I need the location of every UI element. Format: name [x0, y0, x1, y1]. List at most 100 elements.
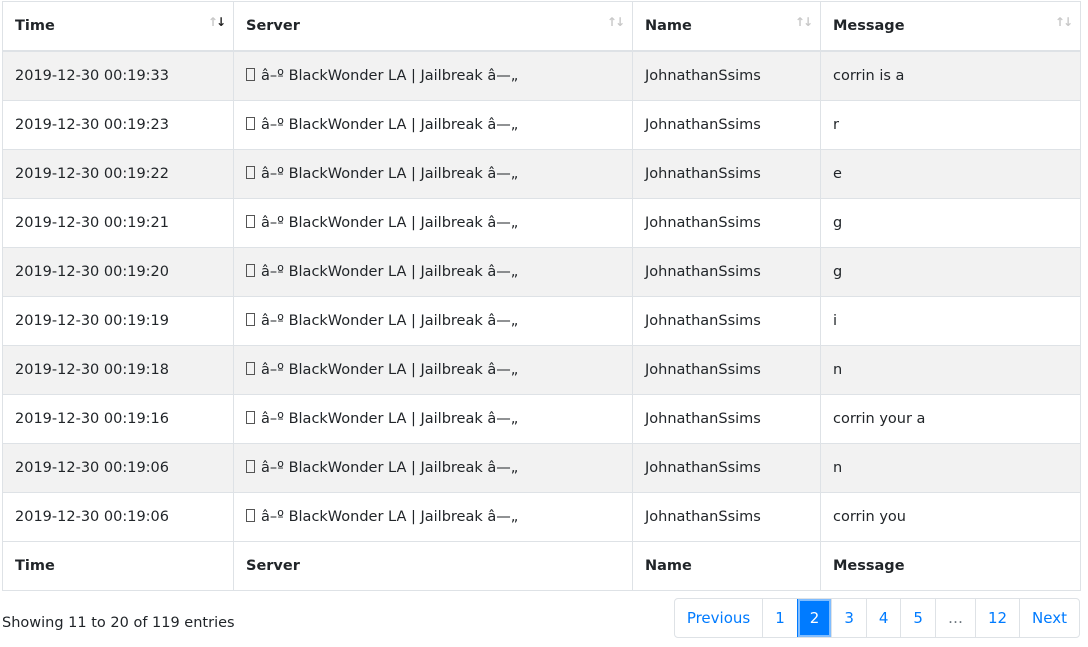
table-row: 2019-12-30 00:19:06 â–º BlackWonder LA | … — [2, 492, 1081, 542]
pagination-previous-button[interactable]: Previous — [675, 599, 762, 637]
pagination-page-2[interactable]: 2 — [796, 599, 832, 637]
table-row: 2019-12-30 00:19:33 â–º BlackWonder LA | … — [2, 50, 1081, 101]
column-header-time[interactable]: Time ↑↓ — [2, 1, 234, 52]
cell-message: i — [820, 296, 1081, 346]
cell-message: n — [820, 443, 1081, 493]
server-name: â–º BlackWonder LA | Jailbreak â—„ — [261, 362, 519, 378]
cell-time: 2019-12-30 00:19:20 — [2, 247, 234, 297]
cell-server: â–º BlackWonder LA | Jailbreak â—„ — [233, 149, 633, 199]
cell-time: 2019-12-30 00:19:33 — [2, 50, 234, 101]
table-row: 2019-12-30 00:19:19 â–º BlackWonder LA | … — [2, 296, 1081, 346]
server-name: â–º BlackWonder LA | Jailbreak â—„ — [261, 411, 519, 427]
cell-message: r — [820, 100, 1081, 150]
cell-message: n — [820, 345, 1081, 395]
cell-time: 2019-12-30 00:19:23 — [2, 100, 234, 150]
sort-arrows-icon: ↑↓ — [207, 15, 226, 29]
cell-message: corrin is a — [820, 50, 1081, 101]
cell-server: â–º BlackWonder LA | Jailbreak â—„ — [233, 296, 633, 346]
cell-name: JohnathanSsims — [632, 345, 821, 395]
missing-glyph-box-icon — [246, 460, 255, 473]
missing-glyph-box-icon — [246, 411, 255, 424]
cell-name: JohnathanSsims — [632, 394, 821, 444]
cell-server: â–º BlackWonder LA | Jailbreak â—„ — [233, 394, 633, 444]
cell-name: JohnathanSsims — [632, 149, 821, 199]
missing-glyph-box-icon — [246, 117, 255, 130]
missing-glyph-box-icon — [246, 215, 255, 228]
table-footer: Time Server Name Message — [2, 541, 1081, 591]
column-header-name[interactable]: Name ↑↓ — [632, 1, 821, 52]
pagination-page-3[interactable]: 3 — [831, 599, 866, 637]
table-bottom-bar: Showing 11 to 20 of 119 entries Previous… — [2, 598, 1080, 638]
cell-time: 2019-12-30 00:19:22 — [2, 149, 234, 199]
column-header-label: Message — [833, 18, 905, 34]
cell-name: JohnathanSsims — [632, 100, 821, 150]
server-name: â–º BlackWonder LA | Jailbreak â—„ — [261, 117, 519, 133]
cell-name: JohnathanSsims — [632, 198, 821, 248]
server-name: â–º BlackWonder LA | Jailbreak â—„ — [261, 509, 519, 525]
footer-column-time: Time — [2, 541, 234, 591]
cell-server: â–º BlackWonder LA | Jailbreak â—„ — [233, 198, 633, 248]
column-header-label: Time — [15, 18, 55, 34]
cell-time: 2019-12-30 00:19:21 — [2, 198, 234, 248]
cell-server: â–º BlackWonder LA | Jailbreak â—„ — [233, 100, 633, 150]
cell-server: â–º BlackWonder LA | Jailbreak â—„ — [233, 443, 633, 493]
cell-server: â–º BlackWonder LA | Jailbreak â—„ — [233, 247, 633, 297]
cell-message: corrin you — [820, 492, 1081, 542]
footer-column-name: Name — [632, 541, 821, 591]
cell-name: JohnathanSsims — [632, 50, 821, 101]
table-row: 2019-12-30 00:19:21 â–º BlackWonder LA | … — [2, 198, 1081, 248]
missing-glyph-box-icon — [246, 509, 255, 522]
table-row: 2019-12-30 00:19:20 â–º BlackWonder LA | … — [2, 247, 1081, 297]
pagination-ellipsis: … — [934, 599, 975, 637]
cell-time: 2019-12-30 00:19:06 — [2, 492, 234, 542]
pagination-page-5[interactable]: 5 — [900, 599, 935, 637]
sort-arrows-icon: ↑↓ — [794, 15, 813, 29]
missing-glyph-box-icon — [246, 362, 255, 375]
cell-time: 2019-12-30 00:19:19 — [2, 296, 234, 346]
chat-log-table: Time ↑↓ Server ↑↓ Name ↑↓ Message ↑↓ 201… — [2, 1, 1081, 591]
pagination-next-button[interactable]: Next — [1019, 599, 1079, 637]
cell-message: e — [820, 149, 1081, 199]
pagination-page-12[interactable]: 12 — [974, 599, 1019, 637]
cell-name: JohnathanSsims — [632, 443, 821, 493]
table-row: 2019-12-30 00:19:22 â–º BlackWonder LA | … — [2, 149, 1081, 199]
cell-server: â–º BlackWonder LA | Jailbreak â—„ — [233, 492, 633, 542]
table-header: Time ↑↓ Server ↑↓ Name ↑↓ Message ↑↓ — [2, 1, 1081, 52]
server-name: â–º BlackWonder LA | Jailbreak â—„ — [261, 313, 519, 329]
column-header-message[interactable]: Message ↑↓ — [820, 1, 1081, 52]
server-name: â–º BlackWonder LA | Jailbreak â—„ — [261, 68, 519, 84]
column-header-server[interactable]: Server ↑↓ — [233, 1, 633, 52]
entries-info: Showing 11 to 20 of 119 entries — [2, 615, 235, 631]
pagination: Previous 1 2 3 4 5 … 12 Next — [673, 598, 1080, 638]
table-row: 2019-12-30 00:19:16 â–º BlackWonder LA | … — [2, 394, 1081, 444]
server-name: â–º BlackWonder LA | Jailbreak â—„ — [261, 166, 519, 182]
footer-column-server: Server — [233, 541, 633, 591]
cell-name: JohnathanSsims — [632, 492, 821, 542]
chat-log-table-wrapper: Time ↑↓ Server ↑↓ Name ↑↓ Message ↑↓ 201… — [2, 1, 1081, 591]
missing-glyph-box-icon — [246, 68, 255, 81]
missing-glyph-box-icon — [246, 313, 255, 326]
missing-glyph-box-icon — [246, 264, 255, 277]
cell-message: g — [820, 247, 1081, 297]
table-row: 2019-12-30 00:19:18 â–º BlackWonder LA | … — [2, 345, 1081, 395]
cell-time: 2019-12-30 00:19:16 — [2, 394, 234, 444]
pagination-page-4[interactable]: 4 — [865, 599, 901, 637]
server-name: â–º BlackWonder LA | Jailbreak â—„ — [261, 264, 519, 280]
cell-server: â–º BlackWonder LA | Jailbreak â—„ — [233, 345, 633, 395]
table-row: 2019-12-30 00:19:06 â–º BlackWonder LA | … — [2, 443, 1081, 493]
cell-name: JohnathanSsims — [632, 296, 821, 346]
sort-arrows-icon: ↑↓ — [1054, 15, 1073, 29]
cell-message: g — [820, 198, 1081, 248]
table-body: 2019-12-30 00:19:33 â–º BlackWonder LA | … — [2, 50, 1081, 542]
server-name: â–º BlackWonder LA | Jailbreak â—„ — [261, 460, 519, 476]
table-row: 2019-12-30 00:19:23 â–º BlackWonder LA | … — [2, 100, 1081, 150]
column-header-label: Server — [246, 18, 300, 34]
server-name: â–º BlackWonder LA | Jailbreak â—„ — [261, 215, 519, 231]
footer-column-message: Message — [820, 541, 1081, 591]
cell-server: â–º BlackWonder LA | Jailbreak â—„ — [233, 50, 633, 101]
cell-time: 2019-12-30 00:19:18 — [2, 345, 234, 395]
pagination-page-1[interactable]: 1 — [762, 599, 797, 637]
cell-message: corrin your a — [820, 394, 1081, 444]
sort-arrows-icon: ↑↓ — [606, 15, 625, 29]
cell-name: JohnathanSsims — [632, 247, 821, 297]
